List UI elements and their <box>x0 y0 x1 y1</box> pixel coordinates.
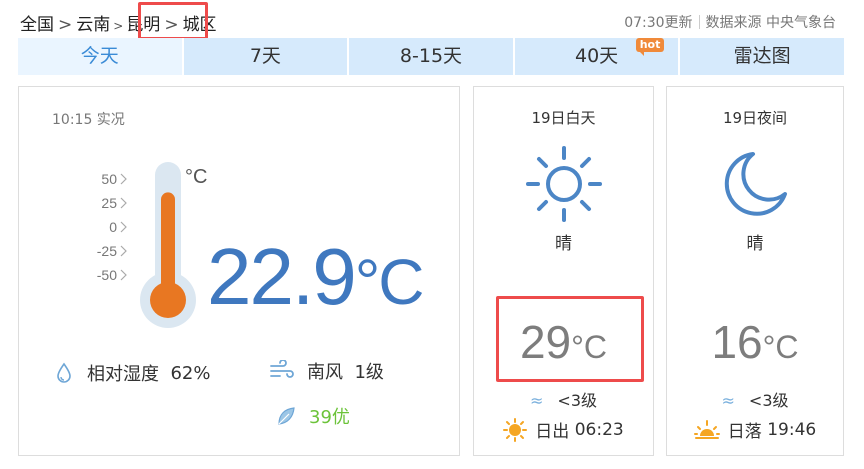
thermometer-icon: 50 25 0 -25 -50 °C <box>97 162 207 328</box>
night-temp-value: 16 <box>711 316 763 368</box>
day-title: 19日白天 <box>531 109 596 127</box>
sunset-icon <box>693 419 720 439</box>
night-weather: 晴 <box>746 234 764 254</box>
tab-today[interactable]: 今天 <box>18 38 184 75</box>
sunset-time: 19:46 <box>767 419 817 440</box>
hot-badge: hot <box>635 38 665 56</box>
nighttime-forecast-panel: 19日夜间 晴 16°C ≈ <3级 日落 19:46 <box>666 86 844 456</box>
tab-8-15-days[interactable]: 8-15天 <box>349 38 515 75</box>
tab-label: 40天 <box>574 45 619 67</box>
leaf-icon <box>278 407 295 425</box>
breadcrumb-separator: > <box>113 19 124 33</box>
humidity-value: 62% <box>170 362 211 384</box>
night-temperature: 16°C <box>667 315 843 374</box>
daytime-forecast-panel: 19日白天 晴 29°C ≈ <3级 日出 06:23 <box>473 86 654 456</box>
tab-40-days[interactable]: 40天 hot <box>514 38 681 75</box>
breadcrumb-item-country[interactable]: 全国 <box>20 10 54 35</box>
sunrise-icon <box>503 417 528 442</box>
wind-row: 南风 1级 <box>269 358 384 384</box>
divider <box>698 15 700 29</box>
update-info: 07:30更新 数据来源 中央气象台 <box>624 12 836 32</box>
data-source: 数据来源 中央气象台 <box>705 15 836 31</box>
night-temp-unit: °C <box>762 329 799 365</box>
day-wind: ≈ <3级 <box>474 387 653 411</box>
day-weather: 晴 <box>555 234 572 254</box>
sunset-label: 日落 <box>727 422 762 442</box>
wind-direction: 南风 <box>307 362 343 383</box>
humidity-label: 相对湿度 <box>87 364 159 385</box>
wind-icon <box>270 360 294 378</box>
breadcrumb-item-province[interactable]: 云南 <box>76 10 110 35</box>
tab-7-days[interactable]: 7天 <box>183 38 350 75</box>
forecast-tabs: 今天 7天 8-15天 40天 hot 雷达图 <box>18 38 844 75</box>
wind-level: 1级 <box>354 362 384 383</box>
thermometer-tick: 50 <box>101 171 117 187</box>
temperature-value: 22.9 <box>207 232 357 321</box>
city-highlight-box <box>138 2 208 40</box>
temperature-unit: °C <box>354 246 425 318</box>
top-bar: 全国 > 云南 > 昆明 > 城区 07:30更新 数据来源 中央气象台 <box>18 0 844 40</box>
sunrise-row: 日出 06:23 <box>474 417 653 442</box>
current-temperature: 22.9°C <box>207 227 425 332</box>
night-wind-level: <3级 <box>748 391 789 410</box>
thermometer-tick: -25 <box>97 243 117 259</box>
current-conditions-panel: 10:15 实况 50 25 0 -25 -50 °C 22.9°C 相对湿度 … <box>18 86 460 456</box>
water-drop-icon <box>57 362 71 383</box>
tab-label: 雷达图 <box>733 45 791 67</box>
night-title: 19日夜间 <box>722 109 788 127</box>
night-wind: ≈ <3级 <box>667 387 843 411</box>
sunset-row: 日落 19:46 <box>667 417 843 442</box>
sunrise-time: 06:23 <box>574 419 624 440</box>
thermometer-unit: °C <box>185 166 207 188</box>
day-wind-level: <3级 <box>557 391 597 410</box>
tab-label: 7天 <box>249 45 281 67</box>
thermometer-tick: -50 <box>97 267 117 283</box>
tab-label: 今天 <box>80 45 119 67</box>
tab-radar[interactable]: 雷达图 <box>680 38 844 75</box>
observation-time: 10:15 实况 <box>52 112 125 128</box>
breadcrumb-separator: > <box>58 15 73 35</box>
thermometer-tick: 0 <box>109 219 117 235</box>
humidity-row: 相对湿度 62% <box>53 360 210 386</box>
thermometer-tick: 25 <box>101 195 117 211</box>
sunrise-label: 日出 <box>535 422 570 442</box>
moon-icon <box>724 152 787 216</box>
tab-label: 8-15天 <box>399 45 463 67</box>
aqi-value: 39优 <box>309 407 350 428</box>
wind-wave-icon: ≈ <box>721 391 735 410</box>
wind-wave-icon: ≈ <box>530 391 544 410</box>
day-temp-highlight-box <box>496 296 644 382</box>
sun-icon <box>525 146 602 222</box>
update-time: 07:30更新 <box>624 15 693 31</box>
air-quality-row[interactable]: 39优 <box>275 403 350 429</box>
